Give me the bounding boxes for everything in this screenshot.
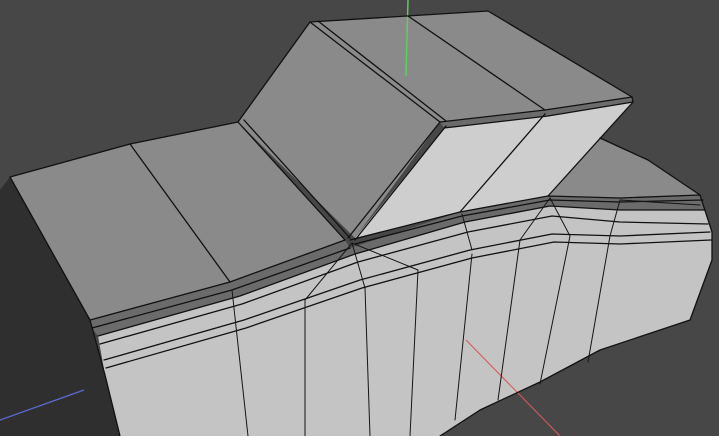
3d-viewport[interactable] <box>0 0 719 436</box>
viewport-canvas[interactable] <box>0 0 719 436</box>
